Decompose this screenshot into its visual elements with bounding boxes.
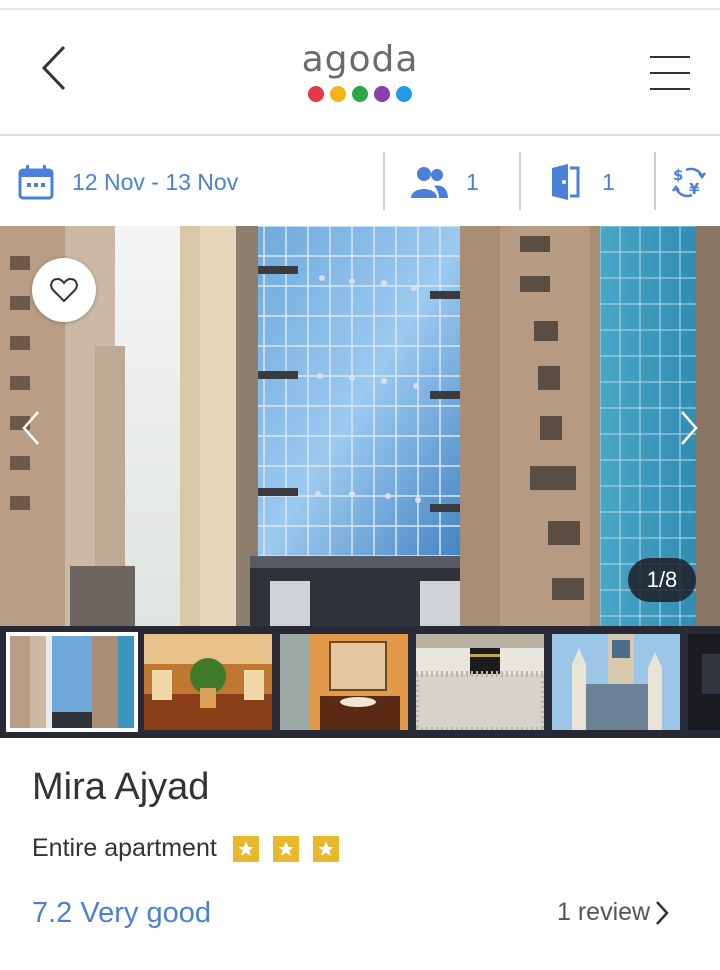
photo-gallery[interactable]: 1/8 — [0, 226, 720, 626]
review-score[interactable]: 7.2 Very good — [32, 897, 211, 930]
logo-dot-blue — [396, 86, 412, 102]
search-summary-bar: 12 Nov - 13 Nov 1 1 $ ¥ — [0, 138, 720, 226]
thumbnail-image — [416, 634, 544, 730]
thumbnail-clock-tower[interactable] — [552, 634, 680, 730]
thumbnail-image — [280, 634, 408, 730]
property-type: Entire apartment — [32, 834, 217, 862]
hamburger-menu-button[interactable] — [646, 54, 692, 94]
guests-icon — [411, 167, 448, 198]
star-icon — [272, 835, 299, 862]
guests-count: 1 — [466, 168, 479, 195]
currency-button[interactable]: $ ¥ — [672, 138, 706, 226]
rooms-selector[interactable]: 1 — [550, 138, 615, 226]
door-icon — [552, 164, 580, 200]
divider — [519, 152, 521, 210]
divider — [654, 152, 656, 210]
menu-line-icon — [650, 56, 690, 58]
logo-dot-red — [308, 86, 324, 102]
logo-dot-green — [352, 86, 368, 102]
logo-dots — [0, 86, 720, 102]
menu-line-icon — [650, 72, 690, 74]
menu-line-icon — [650, 88, 690, 90]
svg-text:$: $ — [673, 166, 683, 184]
thumbnail-image — [8, 634, 136, 730]
app-header: agoda — [0, 10, 720, 136]
rooms-count: 1 — [602, 168, 615, 195]
calendar-icon — [18, 165, 54, 200]
star-icon — [312, 835, 339, 862]
chevron-right-icon — [681, 411, 698, 445]
currency-exchange-icon: $ ¥ — [672, 166, 706, 198]
reviews-link[interactable]: 1 review — [557, 898, 670, 927]
favorite-button[interactable] — [32, 258, 96, 322]
property-type-row: Entire apartment — [32, 834, 339, 863]
guests-selector[interactable]: 1 — [410, 138, 479, 226]
star-icon — [232, 835, 259, 862]
thumbnail-hotel-exterior[interactable] — [6, 632, 138, 732]
logo-dot-purple — [374, 86, 390, 102]
thumbnail-lobby[interactable] — [144, 634, 272, 730]
logo-text: agoda — [301, 39, 419, 80]
review-count: 1 review — [557, 898, 651, 926]
star-rating — [232, 835, 339, 862]
previous-photo-button[interactable] — [16, 408, 46, 448]
photo-counter: 1/8 — [628, 558, 696, 602]
thumbnail-more[interactable] — [688, 634, 720, 730]
date-range-text: 12 Nov - 13 Nov — [72, 168, 239, 195]
next-photo-button[interactable] — [674, 408, 704, 448]
thumbnail-bathroom[interactable] — [280, 634, 408, 730]
logo-dot-yellow — [330, 86, 346, 102]
chevron-right-icon — [656, 900, 669, 925]
property-name: Mira Ajyad — [32, 766, 210, 808]
hotel-photo — [0, 226, 720, 626]
divider — [383, 152, 385, 210]
date-selector[interactable]: 12 Nov - 13 Nov — [18, 138, 238, 226]
thumbnail-strip — [0, 626, 720, 738]
agoda-logo: agoda — [0, 40, 720, 102]
chevron-left-icon — [22, 411, 39, 445]
thumbnail-kaaba[interactable] — [416, 634, 544, 730]
thumbnail-image — [144, 634, 272, 730]
thumbnail-image — [688, 634, 720, 730]
thumbnail-image — [552, 634, 680, 730]
heart-icon — [50, 277, 78, 303]
